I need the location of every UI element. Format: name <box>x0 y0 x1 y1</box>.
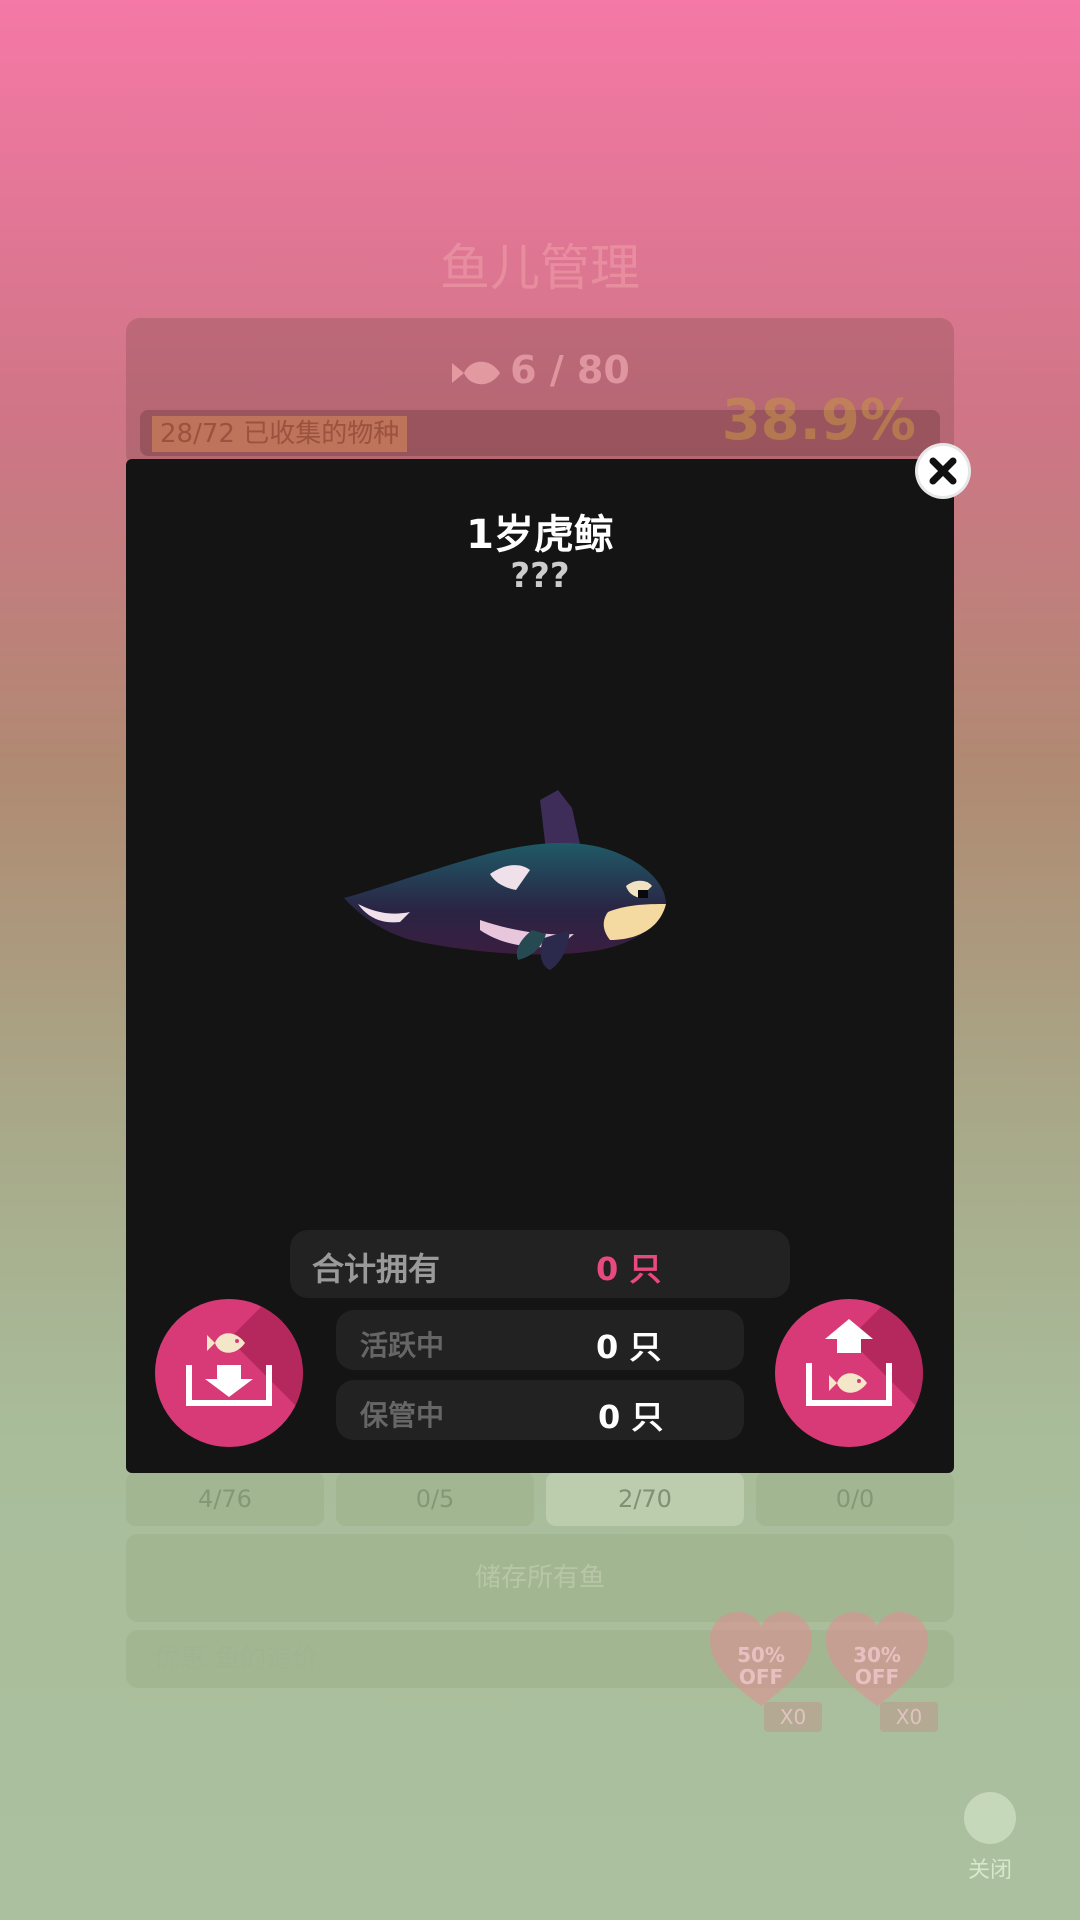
collection-percent: 38.9% <box>721 388 916 453</box>
active-label: 活跃中 <box>360 1329 445 1362</box>
badge-count: X0 <box>880 1702 938 1732</box>
tab-3[interactable]: 2/70 <box>546 1472 744 1526</box>
close-screen-button[interactable]: 关闭 <box>952 1792 1028 1884</box>
tab-4[interactable]: 0/0 <box>756 1472 954 1526</box>
close-label: 关闭 <box>967 1858 1012 1883</box>
species-collected: 28/72 已收集的物种 <box>152 416 408 452</box>
close-icon <box>929 457 957 485</box>
fish-tabs: 4/76 0/5 2/70 0/0 <box>126 1472 954 1526</box>
release-fish-icon <box>806 1319 892 1406</box>
orca-image <box>344 790 666 970</box>
store-fish-icon <box>186 1333 272 1406</box>
discount-badge-30[interactable]: 30% OFF X0 <box>822 1606 938 1736</box>
tab-2[interactable]: 0/5 <box>336 1472 534 1526</box>
discount-badge-50[interactable]: 50% OFF X0 <box>706 1606 822 1736</box>
store-fish-button[interactable] <box>155 1299 303 1447</box>
badge-percent: 50% <box>737 1643 785 1667</box>
active-row: 活跃中 0 只 <box>336 1310 744 1370</box>
release-fish-button[interactable] <box>775 1299 923 1447</box>
badge-off: OFF <box>854 1665 900 1689</box>
active-value: 0 只 <box>596 1328 662 1366</box>
close-modal-button[interactable] <box>918 446 968 496</box>
fish-subtitle: ??? <box>510 556 570 596</box>
stored-row: 保管中 0 只 <box>336 1380 744 1440</box>
total-owned-value: 0 只 <box>596 1250 662 1288</box>
total-owned-label: 合计拥有 <box>312 1250 441 1288</box>
tab-1[interactable]: 4/76 <box>126 1472 324 1526</box>
fish-count-text: 6 / 80 <box>510 348 630 392</box>
fish-icon <box>452 361 501 384</box>
total-owned-row: 合计拥有 0 只 <box>290 1230 790 1298</box>
badge-percent: 30% <box>853 1643 901 1667</box>
page-title: 鱼儿管理 <box>440 239 640 297</box>
fish-count: 6 / 80 <box>0 348 1080 392</box>
badge-count: X0 <box>764 1702 822 1732</box>
badge-off: OFF <box>738 1665 784 1689</box>
arrow-right-icon <box>964 1792 1016 1844</box>
stored-label: 保管中 <box>360 1399 445 1432</box>
fish-name: 1岁虎鲸 <box>466 512 614 558</box>
stored-value: 0 只 <box>598 1398 664 1436</box>
